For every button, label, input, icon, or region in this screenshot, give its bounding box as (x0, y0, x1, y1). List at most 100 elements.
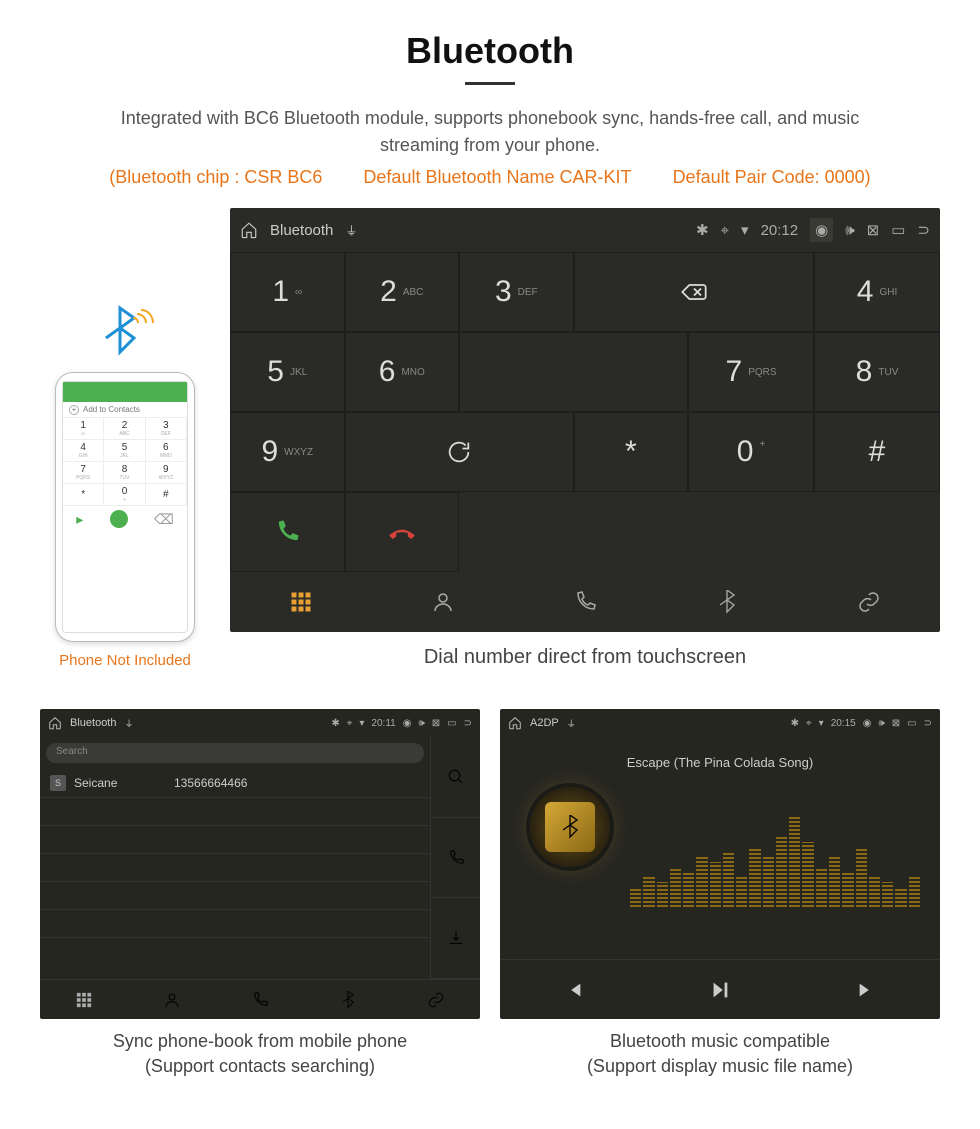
music-caption: Bluetooth music compatible(Support displ… (500, 1029, 940, 1079)
song-title: Escape (The Pina Colada Song) (627, 755, 813, 770)
dialer-keypad: 1∞ 2ABC 3DEF 4GHI 5JKL 6MNO 7PQRS 8TUV 9… (230, 252, 940, 572)
search-button[interactable] (430, 737, 480, 818)
key-hash[interactable]: # (814, 412, 940, 492)
nav-contacts[interactable] (372, 572, 514, 632)
nav-call-log[interactable] (216, 980, 304, 1019)
phone-caption: Phone Not Included (40, 652, 210, 669)
album-art (530, 787, 610, 867)
back-nav-icon[interactable]: ⊃ (917, 221, 930, 239)
topbar-title: Bluetooth (70, 717, 116, 729)
close-icon[interactable]: ⊠ (432, 718, 440, 729)
wifi-icon: ▾ (741, 221, 749, 239)
contact-row[interactable]: S Seicane 13566664466 (40, 769, 430, 798)
phonebook-device: Bluetooth ⏚ ✱⌖▾20:11◉🕪⊠▭⊃ Search S Seica… (40, 709, 480, 1019)
nav-keypad[interactable] (230, 572, 372, 632)
usb-icon: ⏚ (567, 717, 576, 730)
phone-illustration-column: +Add to Contacts 1∞2ABC3DEF 4GHI5JKL6MNO… (40, 302, 210, 669)
dial-button[interactable] (430, 818, 480, 899)
search-input[interactable]: Search (46, 743, 424, 763)
key-1[interactable]: 1∞ (230, 252, 345, 332)
key-0[interactable]: 0+ (688, 412, 814, 492)
music-topbar: A2DP ⏚ ✱⌖▾20:15◉🕪⊠▭⊃ (500, 709, 940, 737)
music-controls (500, 959, 940, 1019)
contact-number: 13566664466 (174, 776, 247, 790)
key-7[interactable]: 7PQRS (688, 332, 814, 412)
backspace-key[interactable] (574, 252, 814, 332)
dialer-topbar: Bluetooth ⏚ ✱ ⌖ ▾ 20:12 ◉ 🕪 ⊠ ▭ ⊃ (230, 208, 940, 252)
phonebook-side-actions (430, 737, 480, 979)
empty-row (40, 910, 430, 938)
nav-contacts[interactable] (128, 980, 216, 1019)
home-icon[interactable] (508, 716, 522, 730)
nav-call-log[interactable] (514, 572, 656, 632)
nav-pair[interactable] (798, 572, 940, 632)
empty-row (40, 882, 430, 910)
title-underline (465, 82, 515, 85)
location-icon: ⌖ (721, 222, 729, 239)
key-6[interactable]: 6MNO (345, 332, 460, 412)
close-icon[interactable]: ⊠ (892, 718, 900, 729)
empty-row (40, 826, 430, 854)
recents-icon[interactable]: ▭ (891, 221, 905, 239)
clock: 20:12 (761, 222, 799, 239)
key-4[interactable]: 4GHI (814, 252, 940, 332)
phone-header (63, 382, 187, 402)
phonebook-topbar: Bluetooth ⏚ ✱⌖▾20:11◉🕪⊠▭⊃ (40, 709, 480, 737)
contact-name: Seicane (74, 776, 174, 790)
play-pause-button[interactable] (709, 979, 731, 1001)
back-icon[interactable]: ⊃ (924, 718, 932, 729)
nav-pair[interactable] (392, 980, 480, 1019)
phone-add-contacts-bar: +Add to Contacts (63, 402, 187, 418)
info-name: Default Bluetooth Name CAR-KIT (363, 167, 631, 187)
bluetooth-status-icon: ✱ (696, 221, 709, 239)
info-code: Default Pair Code: 0000) (673, 167, 871, 187)
page-title: Bluetooth (20, 30, 960, 72)
camera-icon[interactable]: ◉ (863, 718, 872, 729)
bluetooth-signal-icon (95, 302, 155, 362)
usb-icon: ⏚ (345, 222, 357, 239)
download-button[interactable] (430, 898, 480, 979)
call-button[interactable] (230, 492, 345, 572)
close-window-icon[interactable]: ⊠ (867, 221, 880, 239)
next-track-button[interactable] (856, 979, 878, 1001)
key-star[interactable]: * (574, 412, 689, 492)
clock: 20:15 (831, 718, 856, 729)
key-8[interactable]: 8TUV (814, 332, 940, 412)
contact-initial: S (50, 775, 66, 791)
refresh-key[interactable] (345, 412, 574, 492)
prev-track-button[interactable] (562, 979, 584, 1001)
info-chip: (Bluetooth chip : CSR BC6 (109, 167, 322, 187)
recents-icon[interactable]: ▭ (447, 718, 456, 729)
key-9[interactable]: 9WXYZ (230, 412, 345, 492)
smartphone-mockup: +Add to Contacts 1∞2ABC3DEF 4GHI5JKL6MNO… (55, 372, 195, 642)
volume-icon[interactable]: 🕪 (878, 718, 884, 729)
info-line: (Bluetooth chip : CSR BC6 Default Blueto… (20, 167, 960, 188)
back-icon[interactable]: ⊃ (464, 718, 472, 729)
dialer-device: Bluetooth ⏚ ✱ ⌖ ▾ 20:12 ◉ 🕪 ⊠ ▭ ⊃ (230, 208, 940, 632)
end-call-button[interactable] (345, 492, 460, 572)
camera-icon[interactable]: ◉ (810, 218, 833, 242)
nav-bluetooth[interactable] (656, 572, 798, 632)
usb-icon: ⏚ (124, 717, 133, 730)
dialer-bottom-nav (230, 572, 940, 632)
volume-icon[interactable]: 🕪 (418, 718, 424, 729)
key-5[interactable]: 5JKL (230, 332, 345, 412)
key-2[interactable]: 2ABC (345, 252, 460, 332)
description: Integrated with BC6 Bluetooth module, su… (20, 105, 960, 159)
camera-icon[interactable]: ◉ (403, 718, 412, 729)
home-icon[interactable] (48, 716, 62, 730)
topbar-title: A2DP (530, 717, 559, 729)
phone-dial-button (110, 510, 128, 528)
clock: 20:11 (371, 718, 395, 729)
nav-keypad[interactable] (40, 980, 128, 1019)
key-3[interactable]: 3DEF (459, 252, 574, 332)
empty-row (40, 854, 430, 882)
home-icon[interactable] (240, 221, 258, 239)
phonebook-bottom-nav (40, 979, 480, 1019)
recents-icon[interactable]: ▭ (907, 718, 916, 729)
nav-bluetooth[interactable] (304, 980, 392, 1019)
volume-icon[interactable]: 🕪 (845, 222, 854, 239)
empty-row (40, 798, 430, 826)
topbar-title: Bluetooth (270, 222, 333, 239)
equalizer-visual (630, 807, 920, 907)
